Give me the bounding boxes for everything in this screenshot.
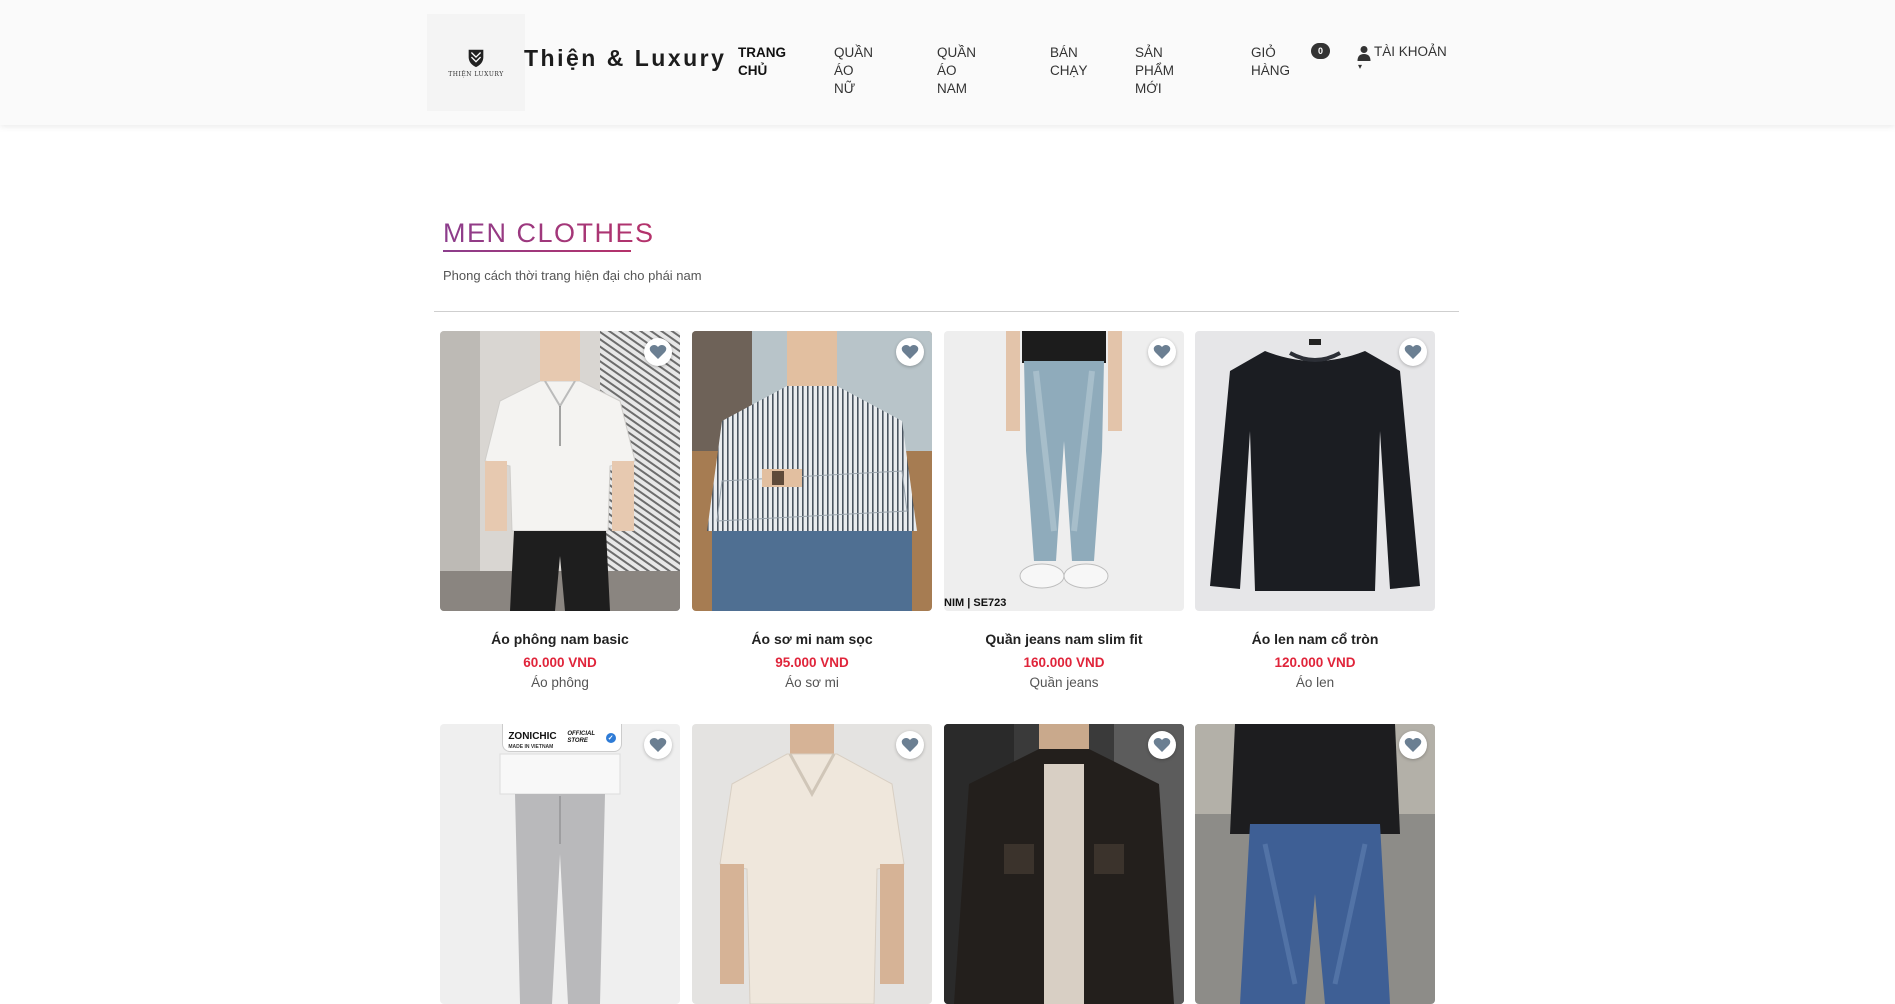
product-photo-jacket: [944, 724, 1184, 1004]
product-card[interactable]: NIM | SE723 Quần jeans nam slim fit 160.…: [944, 331, 1184, 690]
store-badge-name: ZONICHIC: [508, 730, 557, 742]
product-card[interactable]: Áo phông nam basic 60.000 VND Áo phông: [440, 331, 680, 690]
store-badge: ZONICHIC MADE IN VIETNAM OFFICIAL STORE …: [502, 724, 622, 752]
nav-new-products-line1: SẢN PHẨM: [1135, 45, 1175, 78]
nav-cart-line1: GIỎ: [1251, 45, 1276, 60]
account-menu[interactable]: TÀI KHOẢN: [1357, 44, 1447, 61]
product-category: Áo sơ mi: [785, 675, 839, 690]
nav-bestseller[interactable]: BÁN CHẠY: [1050, 44, 1088, 80]
product-price: 60.000 VND: [523, 655, 597, 670]
nav-women[interactable]: QUẦN ÁO NỮ: [834, 44, 873, 98]
cart-count-badge: 0: [1311, 43, 1330, 59]
store-badge-official-text: OFFICIAL: [567, 730, 595, 737]
heart-icon: [901, 345, 919, 359]
product-name[interactable]: Áo phông nam basic: [440, 631, 680, 647]
store-badge-sub: MADE IN VIETNAM: [508, 743, 554, 750]
product-image[interactable]: [440, 331, 680, 611]
heart-icon: [1153, 345, 1171, 359]
favorite-button[interactable]: [1148, 338, 1176, 366]
section-subtitle: Phong cách thời trang hiện đại cho phái …: [443, 268, 702, 283]
product-card[interactable]: Áo len nam cổ tròn 120.000 VND Áo len: [1195, 331, 1435, 690]
product-photo-polo: [440, 331, 680, 611]
nav-men-line2: NAM: [937, 81, 967, 96]
nav-women-line1: QUẦN ÁO: [834, 45, 874, 78]
nav-men-line1: QUẦN ÁO: [937, 45, 977, 78]
product-photo-wide-jeans: [1195, 724, 1435, 1004]
heart-icon: [649, 345, 667, 359]
store-badge-store-text: STORE: [567, 737, 588, 744]
favorite-button[interactable]: [1399, 731, 1427, 759]
product-image[interactable]: [1195, 724, 1435, 1004]
logo[interactable]: THIỆN LUXURY: [427, 14, 525, 111]
nav-cart-line2: HÀNG: [1251, 63, 1291, 78]
favorite-button[interactable]: [896, 731, 924, 759]
heart-icon: [1153, 738, 1171, 752]
verified-check-icon: ✓: [605, 732, 616, 743]
nav-cart[interactable]: GIỎ HÀNG: [1251, 44, 1290, 80]
product-image[interactable]: NIM | SE723: [944, 331, 1184, 611]
logo-text: THIỆN LUXURY: [448, 71, 504, 78]
product-card[interactable]: ZONICHIC MADE IN VIETNAM OFFICIAL STORE …: [440, 724, 680, 1004]
heart-icon: [901, 738, 919, 752]
product-image[interactable]: [944, 724, 1184, 1004]
product-photo-cream-polo: [692, 724, 932, 1004]
nav-bestseller-line1: BÁN: [1050, 45, 1078, 60]
nav-men[interactable]: QUẦN ÁO NAM: [937, 44, 976, 98]
product-card[interactable]: Áo sơ mi nam sọc 95.000 VND Áo sơ mi: [692, 331, 932, 690]
section-title-underline: [443, 250, 631, 252]
site-header: THIỆN LUXURY Thiện & Luxury TRANG CHỦ QU…: [0, 0, 1895, 125]
brand-name[interactable]: Thiện & Luxury: [524, 45, 726, 72]
product-price: 160.000 VND: [1023, 655, 1105, 670]
product-card[interactable]: [944, 724, 1184, 1004]
nav-bestseller-line2: CHẠY: [1050, 63, 1088, 78]
nav-home-line2: CHỦ: [738, 63, 768, 78]
favorite-button[interactable]: [896, 338, 924, 366]
favorite-button[interactable]: [1399, 338, 1427, 366]
favorite-button[interactable]: [644, 731, 672, 759]
product-price: 120.000 VND: [1274, 655, 1356, 670]
product-category: Quần jeans: [1029, 675, 1099, 690]
user-icon: [1357, 46, 1371, 61]
nav-women-line2: NỮ: [834, 81, 856, 96]
product-price: 95.000 VND: [775, 655, 849, 670]
product-photo-sweatpants: [440, 724, 680, 1004]
nav-home-line1: TRANG: [738, 45, 786, 60]
product-photo-jeans: [944, 331, 1184, 611]
product-image[interactable]: [1195, 331, 1435, 611]
chevron-down-icon[interactable]: ▾: [1358, 62, 1362, 71]
product-image[interactable]: [692, 724, 932, 1004]
nav-home[interactable]: TRANG CHỦ: [738, 44, 786, 80]
store-badge-brand: ZONICHIC MADE IN VIETNAM: [508, 726, 556, 750]
product-category: Áo phông: [531, 675, 589, 690]
store-badge-official: OFFICIAL STORE: [567, 731, 595, 745]
heart-icon: [1404, 345, 1422, 359]
favorite-button[interactable]: [644, 338, 672, 366]
section-divider: [434, 311, 1459, 312]
account-label: TÀI KHOẢN: [1374, 44, 1447, 59]
product-card[interactable]: [1195, 724, 1435, 1004]
heart-icon: [649, 738, 667, 752]
heart-icon: [1404, 738, 1422, 752]
product-photo-sweater: [1195, 331, 1435, 611]
product-image[interactable]: [692, 331, 932, 611]
product-name[interactable]: Áo len nam cổ tròn: [1195, 631, 1435, 647]
product-card[interactable]: [692, 724, 932, 1004]
nav-new-products[interactable]: SẢN PHẨM MỚI: [1135, 44, 1174, 98]
product-photo-striped-shirt: [692, 331, 932, 611]
product-name[interactable]: Quần jeans nam slim fit: [944, 631, 1184, 647]
product-image[interactable]: ZONICHIC MADE IN VIETNAM OFFICIAL STORE …: [440, 724, 680, 1004]
nav-new-products-line2: MỚI: [1135, 81, 1162, 96]
favorite-button[interactable]: [1148, 731, 1176, 759]
product-category: Áo len: [1295, 675, 1335, 690]
product-name[interactable]: Áo sơ mi nam sọc: [692, 631, 932, 647]
section-title: MEN CLOTHES: [443, 218, 655, 248]
crest-logo-icon: [468, 49, 484, 68]
product-image-caption: NIM | SE723: [944, 597, 1007, 609]
